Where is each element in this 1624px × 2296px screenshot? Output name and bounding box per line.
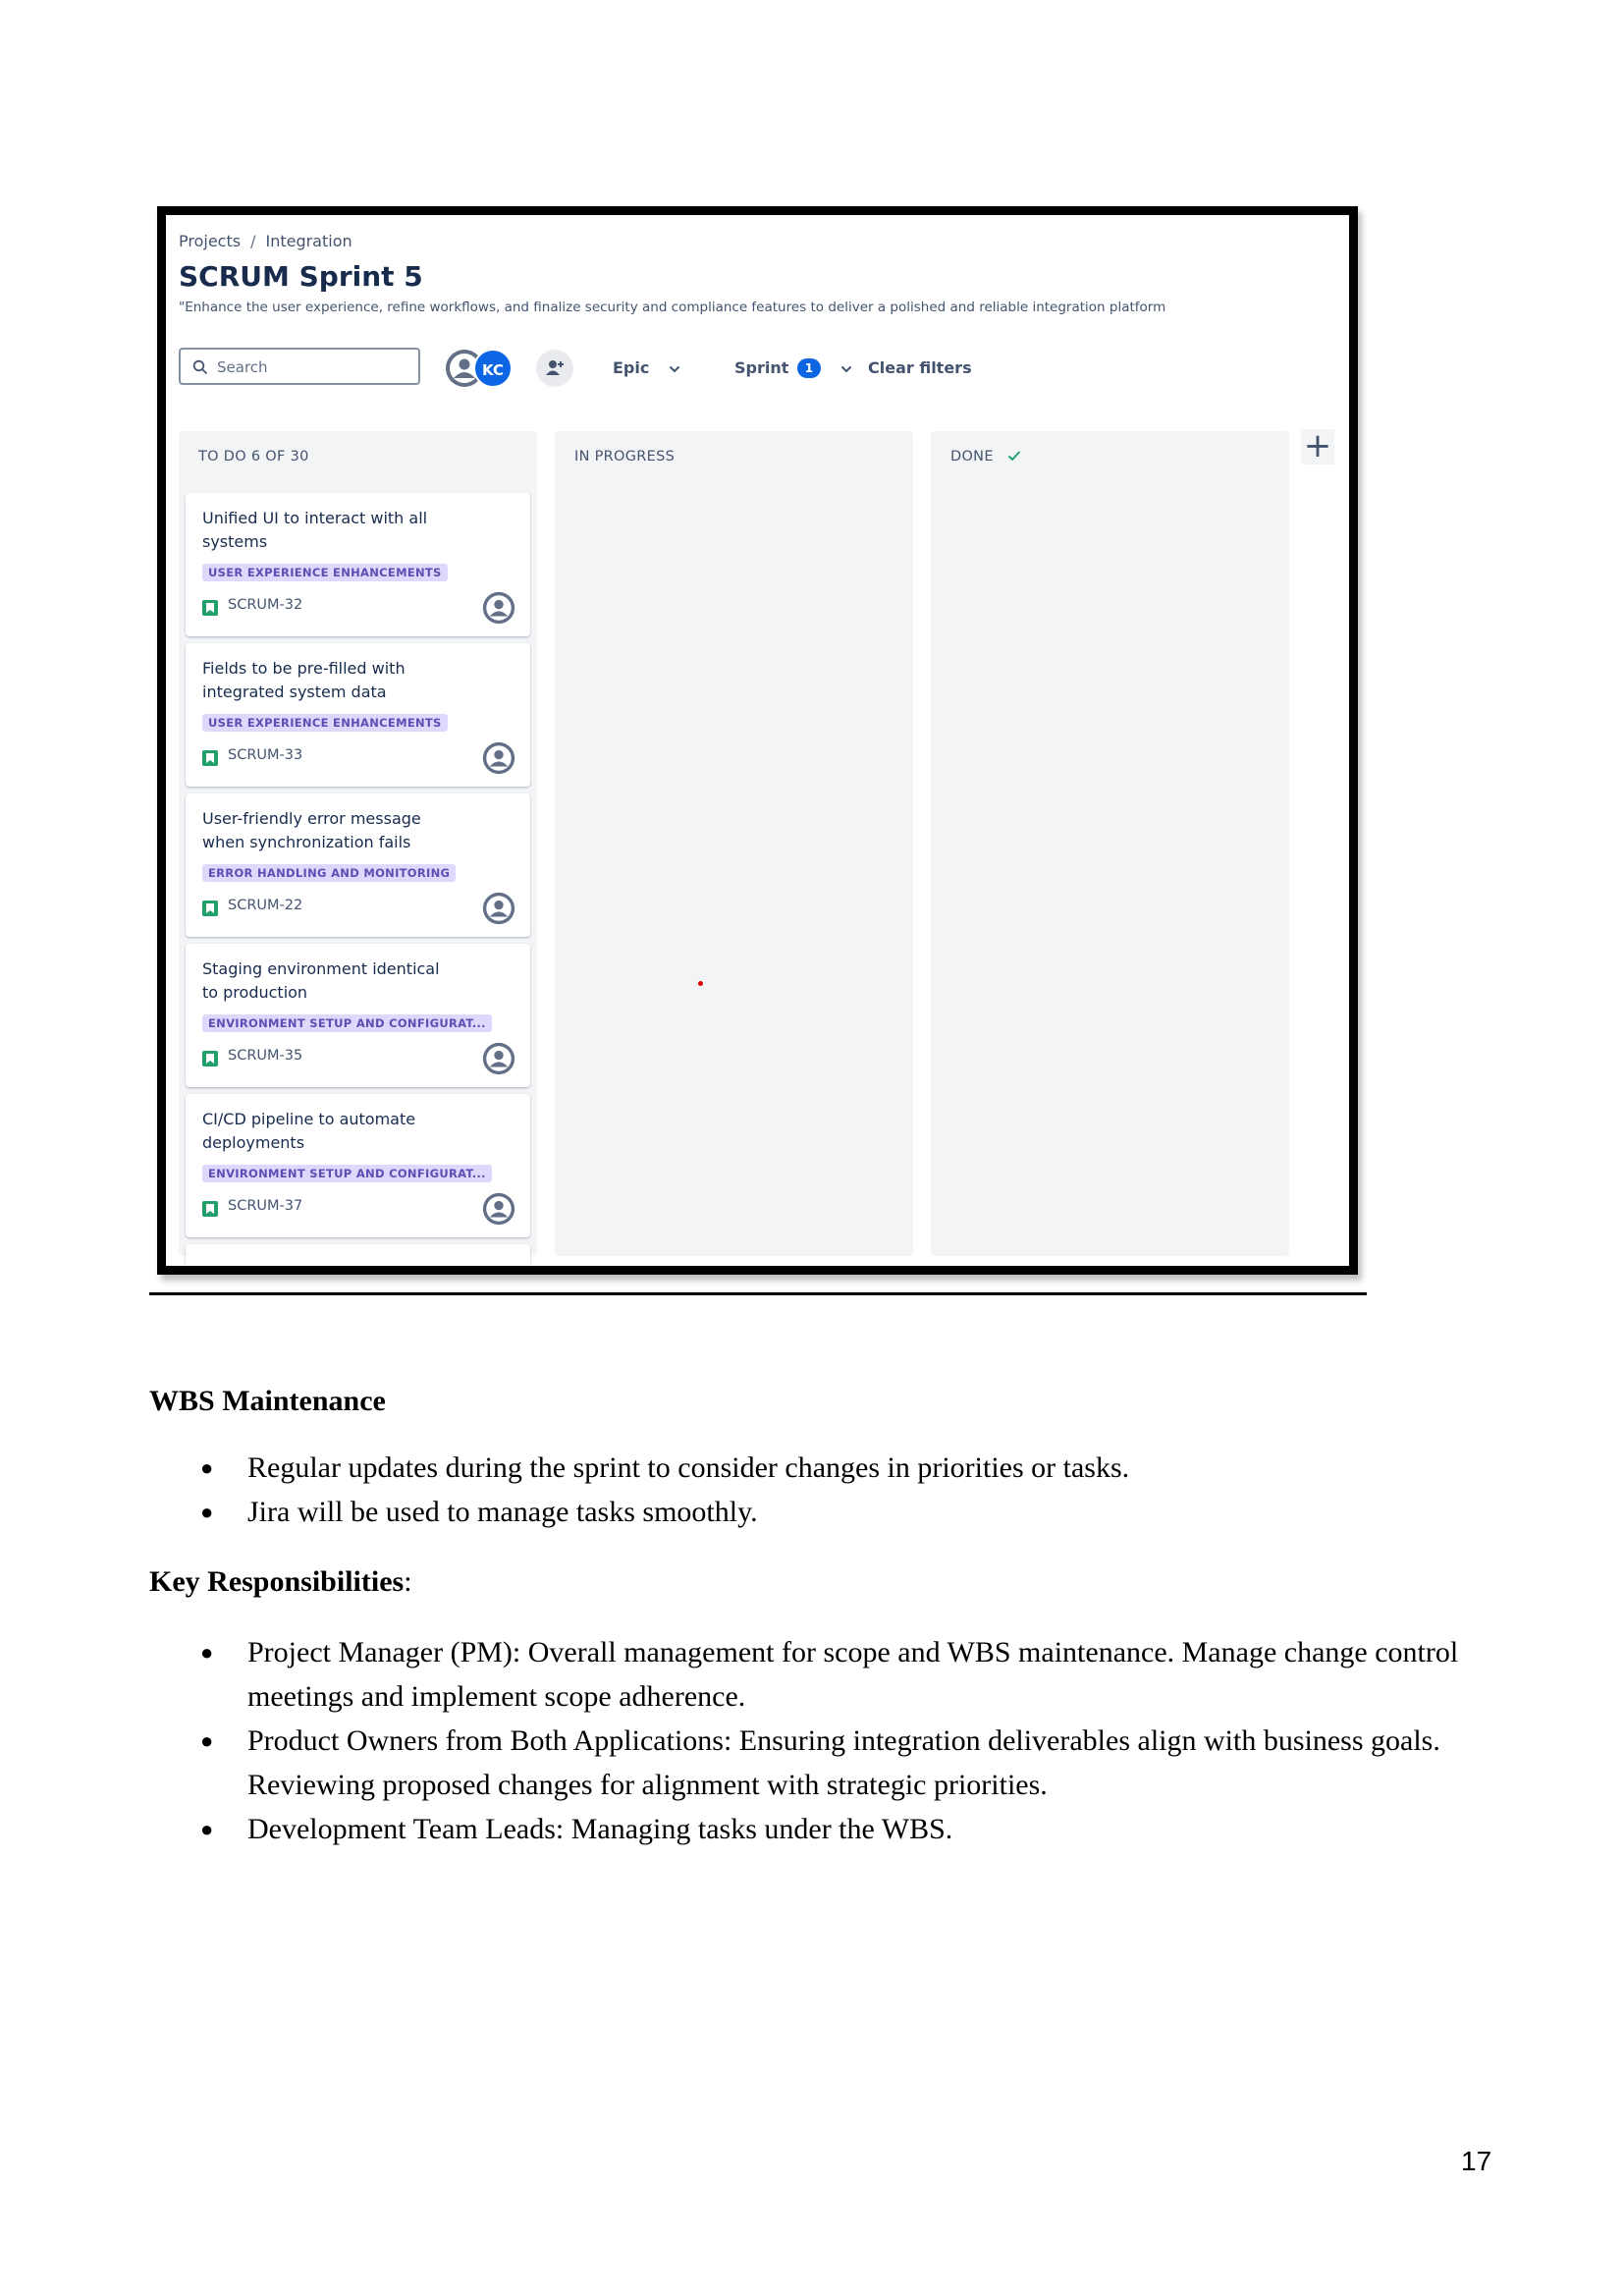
- issue-title: Unified UI to interact with all systems: [202, 509, 428, 551]
- search-input[interactable]: Search: [179, 348, 420, 385]
- story-icon: [202, 1201, 218, 1217]
- wbs-list: Regular updates during the sprint to con…: [149, 1446, 1475, 1534]
- list-item: Product Owners from Both Applications: E…: [149, 1719, 1475, 1807]
- column-header-todo: TO DO 6 OF 30: [198, 449, 309, 465]
- issue-key: SCRUM-37: [228, 1198, 303, 1214]
- list-item: Jira will be used to manage tasks smooth…: [149, 1490, 1475, 1534]
- page-number: 17: [1461, 2146, 1492, 2176]
- column-header-done-label: DONE: [950, 449, 994, 465]
- epic-lozenge: USER EXPERIENCE ENHANCEMENTS: [202, 564, 448, 581]
- list-item: Regular updates during the sprint to con…: [149, 1446, 1475, 1490]
- assignee-avatar-icon[interactable]: [482, 741, 515, 775]
- issue-title: User-friendly error message when synchro…: [202, 809, 421, 851]
- add-column-button[interactable]: +: [1301, 429, 1334, 465]
- list-item: Project Manager (PM): Overall management…: [149, 1630, 1475, 1719]
- check-icon: [1007, 451, 1021, 462]
- responsibilities-heading-text: Key Responsibilities: [149, 1565, 405, 1598]
- epic-lozenge: ENVIRONMENT SETUP AND CONFIGURAT...: [202, 1014, 492, 1032]
- assignee-avatar-icon[interactable]: [482, 892, 515, 925]
- issue-card[interactable]: Unified UI to interact with all systems …: [186, 493, 530, 636]
- issue-card-partial[interactable]: [186, 1244, 530, 1266]
- issue-title: CI/CD pipeline to automate deployments: [202, 1110, 416, 1152]
- breadcrumb-separator: /: [250, 232, 256, 250]
- epic-filter-button[interactable]: Epic: [613, 358, 680, 377]
- issue-card[interactable]: Fields to be pre-filled with integrated …: [186, 643, 530, 787]
- column-header-done: DONE: [950, 449, 1021, 465]
- story-icon: [202, 600, 218, 616]
- add-people-button[interactable]: [536, 350, 573, 387]
- jira-board-screenshot: Projects / Integration SCRUM Sprint 5 "Enh…: [157, 206, 1358, 1275]
- horizontal-rule: [149, 1292, 1367, 1295]
- search-placeholder: Search: [217, 358, 268, 376]
- plus-icon: +: [1303, 426, 1332, 465]
- responsibilities-list: Project Manager (PM): Overall management…: [149, 1630, 1475, 1851]
- issue-title: Staging environment identical to product…: [202, 959, 440, 1002]
- assignee-avatar-icon[interactable]: [482, 591, 515, 625]
- board-toolbar: Search KC Epic Sprint 1 Clear filters: [179, 348, 1161, 389]
- user-avatar-kc[interactable]: KC: [473, 349, 513, 388]
- list-item: Development Team Leads: Managing tasks u…: [149, 1807, 1475, 1851]
- wbs-heading: WBS Maintenance: [149, 1385, 386, 1417]
- responsibilities-heading-colon: :: [404, 1565, 412, 1598]
- epic-lozenge: ENVIRONMENT SETUP AND CONFIGURAT...: [202, 1165, 492, 1182]
- chevron-down-icon: [669, 365, 680, 373]
- sprint-goal: "Enhance the user experience, refine wor…: [179, 300, 1166, 315]
- assignee-avatar-icon[interactable]: [482, 1042, 515, 1075]
- sprint-title: SCRUM Sprint 5: [179, 260, 423, 293]
- column-todo: TO DO 6 OF 30 Unified UI to interact wit…: [179, 431, 537, 1266]
- chevron-down-icon: [840, 365, 851, 373]
- epic-filter-label: Epic: [613, 358, 650, 377]
- column-done: DONE: [931, 431, 1289, 1256]
- issue-card[interactable]: User-friendly error message when synchro…: [186, 793, 530, 937]
- clear-filters-button[interactable]: Clear filters: [868, 358, 972, 377]
- issue-card[interactable]: CI/CD pipeline to automate deployments E…: [186, 1094, 530, 1237]
- document-body: WBS Maintenance Regular updates during t…: [149, 1385, 1475, 1851]
- column-header-in-progress: IN PROGRESS: [574, 449, 676, 465]
- issue-key: SCRUM-32: [228, 597, 303, 613]
- sprint-filter-label: Sprint: [734, 358, 789, 377]
- issue-key: SCRUM-33: [228, 747, 303, 763]
- issue-title: Fields to be pre-filled with integrated …: [202, 659, 406, 701]
- responsibilities-heading: Key Responsibilities:: [149, 1565, 1475, 1599]
- epic-lozenge: USER EXPERIENCE ENHANCEMENTS: [202, 714, 448, 732]
- column-in-progress: IN PROGRESS: [555, 431, 913, 1256]
- issue-card[interactable]: Staging environment identical to product…: [186, 944, 530, 1087]
- sprint-filter-button[interactable]: Sprint 1: [734, 358, 852, 378]
- breadcrumb-projects[interactable]: Projects: [179, 232, 241, 250]
- breadcrumb-integration[interactable]: Integration: [265, 232, 352, 250]
- story-icon: [202, 750, 218, 766]
- cursor-dot: [698, 981, 703, 986]
- add-person-icon: [546, 360, 564, 375]
- assignee-avatar-icon[interactable]: [482, 1192, 515, 1226]
- issue-key: SCRUM-35: [228, 1048, 303, 1064]
- sprint-filter-count: 1: [796, 358, 821, 378]
- epic-lozenge: ERROR HANDLING AND MONITORING: [202, 864, 457, 882]
- breadcrumb: Projects / Integration: [179, 232, 352, 250]
- issue-key: SCRUM-22: [228, 898, 303, 913]
- story-icon: [202, 1051, 218, 1066]
- story-icon: [202, 901, 218, 916]
- search-icon: [192, 359, 208, 375]
